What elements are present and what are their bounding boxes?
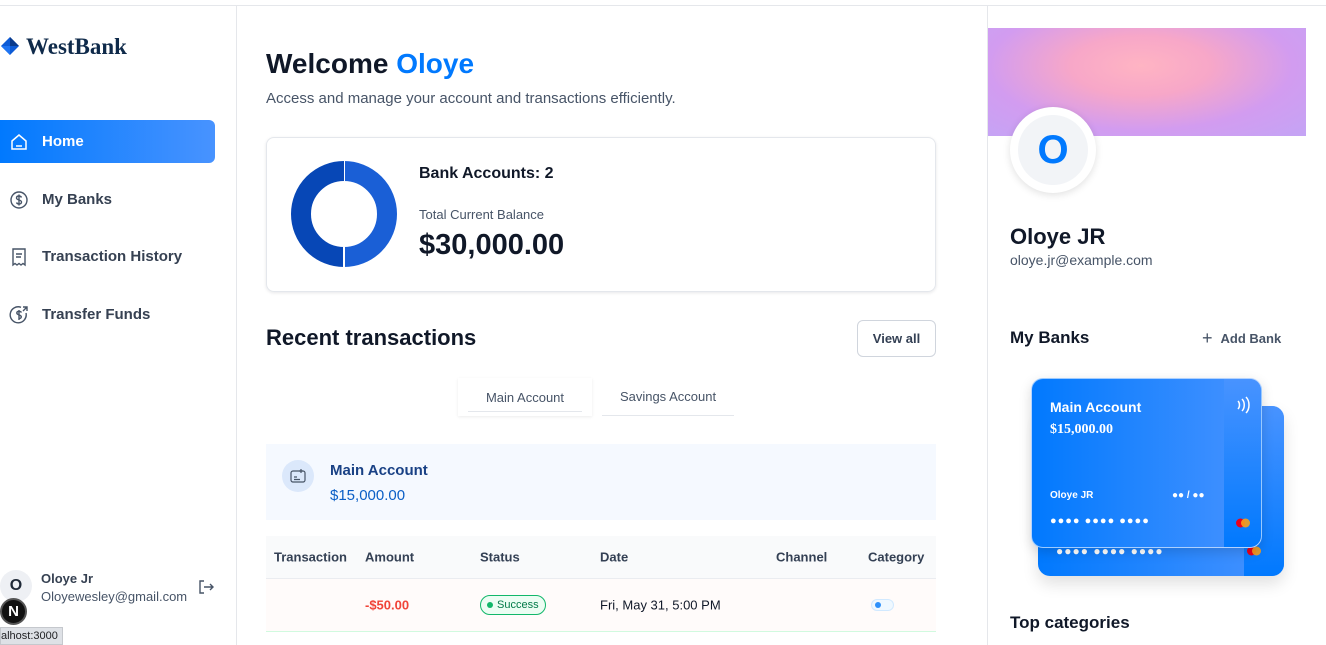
tab-label: Savings Account [619, 389, 717, 404]
card-expiry: ●● / ●● [1172, 490, 1205, 501]
sidebar-item-home[interactable]: Home [0, 120, 215, 163]
brand-logo[interactable]: WestBank [0, 34, 127, 60]
donut-slice-savings-account [291, 161, 345, 267]
sidebar-item-label: Transaction History [42, 248, 183, 265]
receipt-icon [8, 246, 30, 268]
donut-slice-main-account [343, 161, 397, 267]
welcome-prefix: Welcome [266, 48, 389, 79]
account-balance: $15,000.00 [330, 487, 406, 504]
column-header-status: Status [480, 549, 520, 565]
category-dot [875, 602, 881, 608]
add-bank-label: Add Bank [1220, 331, 1282, 346]
balance-donut-chart [291, 161, 397, 267]
user-name: Oloye Jr [41, 571, 94, 586]
bank-accounts-count: Bank Accounts: 2 [419, 165, 554, 182]
cell-date: Fri, May 31, 5:00 PM [600, 597, 721, 613]
sidebar: WestBank Home My Banks Transaction Histo… [0, 6, 237, 645]
category-badge [871, 599, 894, 611]
tab-label: Main Account [485, 389, 565, 405]
view-all-button[interactable]: View all [857, 320, 936, 357]
cell-amount: -$50.00 [365, 597, 410, 613]
top-categories-title: Top categories [1010, 613, 1130, 632]
welcome-name: Oloye [396, 48, 475, 79]
tab-main-account[interactable]: Main Account [458, 378, 592, 416]
profile-email: oloye.jr@example.com [1010, 252, 1153, 268]
total-balance-label: Total Current Balance [419, 207, 545, 222]
card-balance: $15,000.00 [1050, 422, 1113, 437]
dollar-circle-icon [8, 189, 30, 211]
tab-underline [468, 411, 582, 412]
column-header-date: Date [600, 549, 629, 565]
recent-transactions-title: Recent transactions [266, 325, 477, 350]
main-content: Welcome Oloye Access and manage your acc… [237, 6, 987, 645]
total-balance-card: Bank Accounts: 2 Total Current Balance $… [266, 137, 936, 292]
sidebar-item-transaction-history[interactable]: Transaction History [0, 235, 215, 278]
status-badge: Success [480, 595, 546, 615]
status-url-tooltip: alhost:3000 [0, 627, 63, 645]
add-bank-button[interactable]: + Add Bank [1202, 328, 1281, 349]
card-account-name: Main Account [1050, 399, 1142, 415]
profile-avatar: O [1010, 107, 1096, 193]
nextjs-badge[interactable]: N [0, 598, 27, 625]
card-number: ●●●● ●●●● ●●●● [1050, 515, 1150, 527]
money-send-icon [8, 304, 30, 326]
bank-card-main[interactable]: Main Account $15,000.00 Oloye JR ●● / ●●… [1031, 378, 1262, 548]
brand-name: WestBank [26, 34, 127, 59]
my-banks-title: My Banks [1010, 328, 1090, 347]
status-badge-inner: Success [480, 595, 546, 615]
logout-icon[interactable] [197, 578, 215, 596]
tab-savings-account[interactable]: Savings Account [602, 378, 734, 416]
column-header-transaction: Transaction [274, 549, 347, 565]
selected-account-banner: Main Account $15,000.00 [266, 444, 936, 520]
profile-name: Oloye JR [1010, 224, 1106, 249]
sidebar-item-my-banks[interactable]: My Banks [0, 178, 215, 221]
contactless-icon [1237, 396, 1250, 414]
table-header: Transaction Amount Status Date Channel C… [266, 536, 936, 579]
sidebar-item-label: Home [42, 133, 84, 150]
sidebar-item-label: Transfer Funds [42, 306, 151, 323]
sidebar-item-label: My Banks [42, 191, 113, 208]
home-icon [8, 131, 30, 153]
column-header-amount: Amount [365, 549, 415, 565]
right-sidebar: O Oloye JR oloye.jr@example.com My Banks… [987, 6, 1326, 645]
account-name: Main Account [330, 462, 428, 479]
sidebar-item-transfer-funds[interactable]: Transfer Funds [0, 293, 215, 336]
page-title: Welcome Oloye [266, 48, 474, 80]
card-holder-name: Oloye JR [1050, 490, 1094, 501]
total-balance-value: $30,000.00 [419, 229, 565, 261]
logo-icon [1, 37, 19, 55]
sidebar-user-footer: O Oloye Jr Oloyewesley@gmail.com [0, 568, 236, 612]
status-dot [487, 602, 493, 608]
transactions-table: Transaction Amount Status Date Channel C… [266, 536, 936, 632]
profile-avatar-initial: O [1018, 115, 1088, 185]
wallet-icon [282, 460, 314, 492]
mastercard-icon [1236, 518, 1250, 528]
table-row[interactable]: -$50.00 Success Fri, May 31, 5:00 PM [266, 579, 936, 632]
status-label: Success [497, 599, 539, 611]
avatar: O [0, 570, 32, 602]
column-header-category: Category [868, 549, 925, 565]
user-email: Oloyewesley@gmail.com [41, 589, 188, 604]
category-pill [871, 599, 894, 611]
page-subtitle: Access and manage your account and trans… [266, 90, 676, 107]
column-header-channel: Channel [776, 549, 828, 565]
plus-icon: + [1202, 328, 1213, 348]
